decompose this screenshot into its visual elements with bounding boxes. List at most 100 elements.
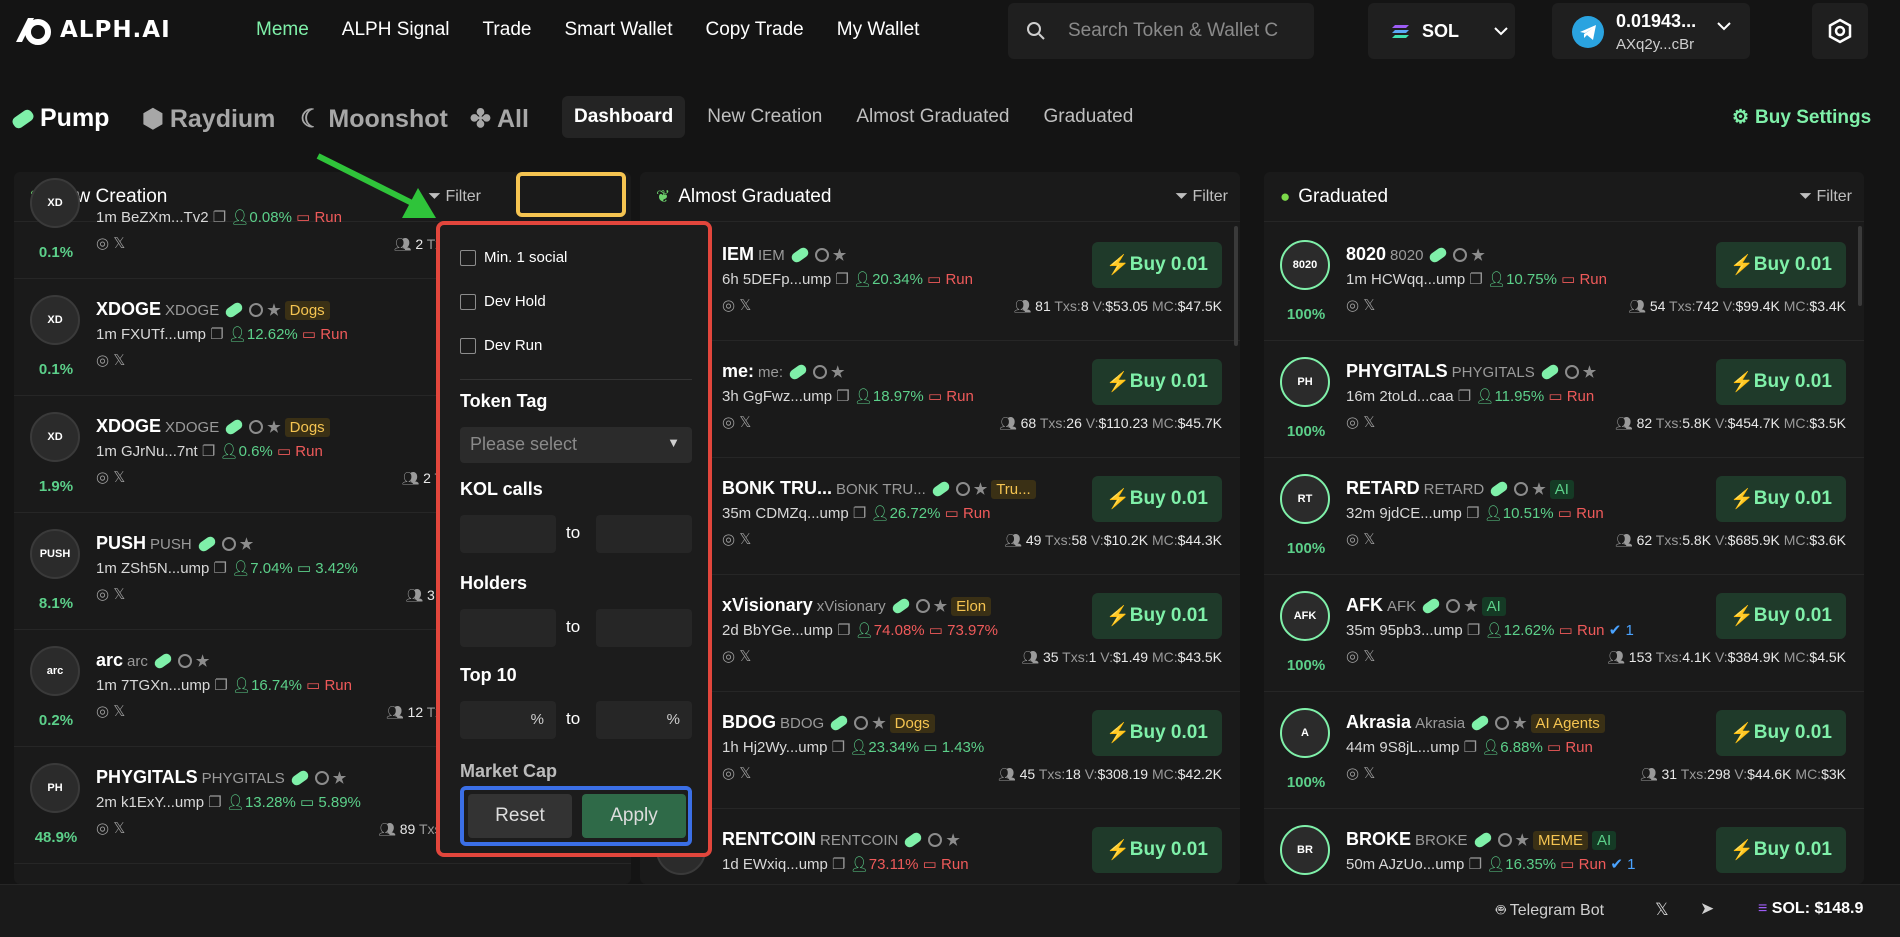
copy-icon[interactable]: ❐ [1462, 505, 1484, 522]
checkbox[interactable] [460, 293, 476, 310]
copy-icon[interactable]: ❐ [827, 739, 849, 756]
checkbox[interactable] [460, 249, 476, 266]
copy-icon[interactable]: ❐ [206, 326, 228, 343]
buy-button[interactable]: ⚡ Buy 0.01 [1092, 593, 1222, 639]
star-icon[interactable]: ★ [872, 715, 885, 732]
platform-raydium[interactable]: ⬢ Raydium [142, 104, 275, 134]
token-name[interactable]: BONK TRU... BONK TRU... ★ Tru... [722, 478, 1036, 499]
search-icon[interactable] [249, 420, 264, 435]
buy-button[interactable]: ⚡ Buy 0.01 [1716, 476, 1846, 522]
x-icon[interactable]: 𝕏 [113, 586, 125, 603]
globe-icon[interactable]: ◎ [1346, 531, 1363, 548]
star-icon[interactable]: ★ [267, 419, 280, 436]
search-icon[interactable] [854, 716, 869, 731]
copy-icon[interactable]: ❐ [1464, 856, 1486, 873]
platform-pump[interactable]: Pump [10, 104, 109, 133]
tab-new-creation[interactable]: New Creation [695, 96, 834, 138]
star-icon[interactable]: ★ [833, 247, 846, 264]
token-address[interactable]: 5DEFp...ump [743, 271, 831, 288]
token-name[interactable]: RENTCOIN RENTCOIN ★ [722, 829, 960, 850]
nav-copy-trade[interactable]: Copy Trade [706, 19, 804, 41]
list-item[interactable]: BDOG BDOG ★ Dogs 1h Hj2Wy...ump ❐ 👤︎23.34% ▭… [640, 692, 1240, 809]
copy-icon[interactable]: ❐ [831, 271, 853, 288]
buy-button[interactable]: ⚡ Buy 0.01 [1092, 710, 1222, 756]
token-name[interactable]: arc arc ★ [96, 650, 209, 671]
star-icon[interactable]: ★ [240, 536, 253, 553]
token-address[interactable]: 7TGXn...ump [121, 677, 210, 694]
star-icon[interactable]: ★ [934, 598, 947, 615]
list-item[interactable]: RT 100% RETARD RETARD ★ AI 32m 9jdCE...ump ❐ 👤… [1264, 458, 1864, 575]
globe-icon[interactable]: ◎ [1346, 297, 1363, 314]
list-item[interactable]: BR BROKE BROKE ★ MEME AI 50m AJzUo...ump ❐ 👤︎1… [1264, 809, 1864, 884]
star-icon[interactable]: ★ [946, 832, 959, 849]
token-name[interactable]: xVisionary xVisionary ★ Elon [722, 595, 992, 616]
token-address[interactable]: GJrNu...7nt [121, 443, 198, 460]
globe-icon[interactable]: ◎ [96, 352, 113, 369]
kol-min-input[interactable] [460, 515, 556, 553]
list-item[interactable]: RENTCOIN RENTCOIN ★ 1d EWxiq...ump ❐ 👤︎73.1… [640, 809, 1240, 884]
token-address[interactable]: AJzUo...ump [1379, 856, 1465, 873]
list-item[interactable]: 8020 100% 8020 8020 ★ 1m HCWqq...ump ❐ 👤︎10.7… [1264, 224, 1864, 341]
tab-dashboard[interactable]: Dashboard [562, 96, 686, 138]
token-address[interactable]: BeZXm...Tv2 [121, 209, 209, 226]
token-address[interactable]: k1ExY...ump [121, 794, 204, 811]
star-icon[interactable]: ★ [974, 481, 987, 498]
search-icon[interactable] [1564, 365, 1579, 380]
star-icon[interactable]: ★ [196, 653, 209, 670]
globe-icon[interactable]: ◎ [722, 297, 739, 314]
nav-alph-signal[interactable]: ALPH Signal [342, 19, 450, 41]
token-address[interactable]: GgFwz...ump [743, 388, 832, 405]
apply-button[interactable]: Apply [582, 794, 686, 838]
token-name[interactable]: RETARD RETARD ★ AI [1346, 478, 1574, 499]
copy-icon[interactable]: ❐ [1465, 271, 1487, 288]
scrollbar[interactable] [1234, 226, 1238, 346]
copy-icon[interactable]: ❐ [209, 560, 231, 577]
dev-hold-checkbox[interactable]: Dev Hold [460, 293, 546, 310]
telegram-icon[interactable]: ➤ [1700, 899, 1714, 919]
token-name[interactable]: XDOGE XDOGE ★ Dogs [96, 299, 330, 320]
star-icon[interactable]: ★ [333, 770, 346, 787]
token-name[interactable]: me: me: ★ [722, 361, 844, 382]
x-icon[interactable]: 𝕏 [1655, 900, 1669, 920]
kol-max-input[interactable] [596, 515, 692, 553]
globe-icon[interactable]: ◎ [96, 586, 113, 603]
globe-icon[interactable]: ◎ [722, 531, 739, 548]
token-name[interactable]: Akrasia Akrasia ★ AI Agents [1346, 712, 1605, 733]
token-name[interactable]: BROKE BROKE ★ MEME AI [1346, 829, 1617, 850]
star-icon[interactable]: ★ [1471, 247, 1484, 264]
min-social-checkbox[interactable]: Min. 1 social [460, 249, 567, 266]
reset-button[interactable]: Reset [468, 794, 572, 838]
filter-button[interactable]: ⏷ Filter [1799, 188, 1852, 206]
x-icon[interactable]: 𝕏 [113, 235, 125, 252]
settings-button[interactable] [1812, 3, 1868, 59]
token-name[interactable]: PUSH PUSH ★ [96, 533, 253, 554]
x-icon[interactable]: 𝕏 [739, 297, 751, 314]
copy-icon[interactable]: ❐ [198, 443, 220, 460]
token-name[interactable]: AFK AFK ★ AI [1346, 595, 1506, 616]
search-icon[interactable] [177, 654, 192, 669]
x-icon[interactable]: 𝕏 [113, 352, 125, 369]
platform-all[interactable]: ✤ All [470, 104, 529, 134]
star-icon[interactable]: ★ [1532, 481, 1545, 498]
buy-button[interactable]: ⚡ Buy 0.01 [1092, 242, 1222, 288]
copy-icon[interactable]: ❐ [209, 209, 231, 226]
globe-icon[interactable]: ◎ [722, 765, 739, 782]
search-icon[interactable] [1453, 248, 1468, 263]
buy-settings-button[interactable]: ⚙ Buy Settings [1732, 106, 1871, 129]
star-icon[interactable]: ★ [267, 302, 280, 319]
list-item[interactable]: xVisionary xVisionary ★ Elon 2d BbYGe...ump … [640, 575, 1240, 692]
token-name[interactable]: BDOG BDOG ★ Dogs [722, 712, 935, 733]
search-icon[interactable] [814, 248, 829, 263]
globe-icon[interactable]: ◎ [722, 648, 739, 665]
search-icon[interactable] [314, 771, 329, 786]
copy-icon[interactable]: ❐ [849, 505, 871, 522]
x-icon[interactable]: 𝕏 [113, 820, 125, 837]
globe-icon[interactable]: ◎ [1346, 414, 1363, 431]
chain-selector[interactable]: SOL [1368, 3, 1515, 59]
token-address[interactable]: Hj2Wy...ump [743, 739, 828, 756]
copy-icon[interactable]: ❐ [1459, 739, 1481, 756]
top10-min-input[interactable]: % [460, 701, 556, 739]
tab-almost-graduated[interactable]: Almost Graduated [844, 96, 1021, 138]
x-icon[interactable]: 𝕏 [1363, 297, 1375, 314]
buy-button[interactable]: ⚡ Buy 0.01 [1716, 242, 1846, 288]
